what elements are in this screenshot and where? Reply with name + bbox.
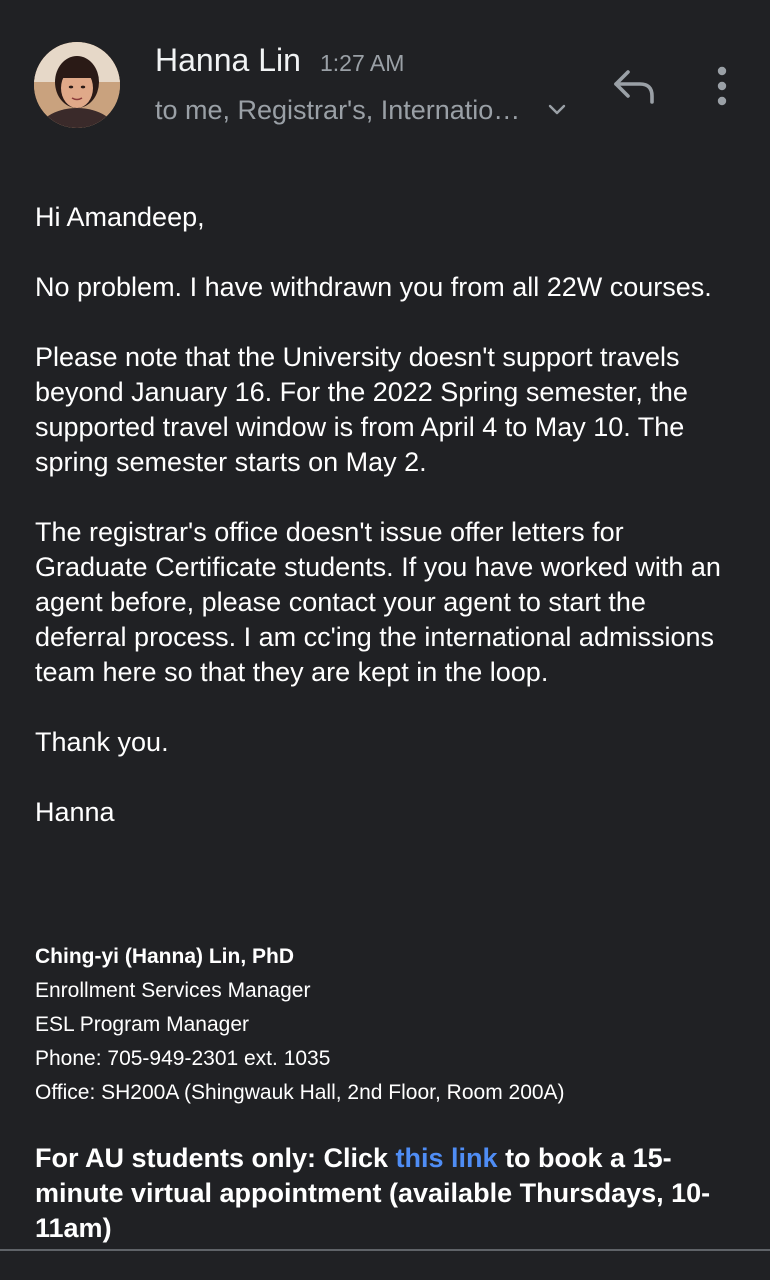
signature-name: Ching-yi (Hanna) Lin, PhD xyxy=(35,945,294,968)
email-body: Hi Amandeep, No problem. I have withdraw… xyxy=(35,200,740,830)
body-paragraph-3: The registrar's office doesn't issue off… xyxy=(35,517,721,687)
appointment-callout: For AU students only: Click this link to… xyxy=(35,1141,740,1246)
email-timestamp: 1:27 AM xyxy=(320,50,405,76)
sender-name: Hanna Lin xyxy=(155,42,301,78)
reply-icon[interactable] xyxy=(610,64,658,108)
signature-title-1: Enrollment Services Manager xyxy=(35,979,311,1002)
sender-avatar[interactable] xyxy=(34,42,120,128)
body-paragraph-2: Please note that the University doesn't … xyxy=(35,342,688,477)
closing-thanks: Thank you. xyxy=(35,727,169,757)
callout-prefix: For AU students only: Click xyxy=(35,1143,396,1173)
greeting: Hi Amandeep, xyxy=(35,202,205,232)
signature-phone[interactable]: Phone: 705-949-2301 ext. 1035 xyxy=(35,1042,740,1076)
recipients-line[interactable]: to me, Registrar's, International Admiss… xyxy=(155,92,535,128)
more-vert-icon[interactable] xyxy=(706,62,738,110)
bottom-divider xyxy=(0,1249,770,1251)
email-header: Hanna Lin 1:27 AM to me, Registrar's, In… xyxy=(0,0,770,160)
chevron-down-icon[interactable] xyxy=(543,96,571,124)
signature-title-2: ESL Program Manager xyxy=(35,1013,249,1036)
signature-office: Office: SH200A (Shingwauk Hall, 2nd Floo… xyxy=(35,1081,565,1104)
booking-link[interactable]: this link xyxy=(396,1143,498,1173)
body-paragraph-1: No problem. I have withdrawn you from al… xyxy=(35,272,712,302)
sign-off: Hanna xyxy=(35,797,115,827)
email-signature: Ching-yi (Hanna) Lin, PhD Enrollment Ser… xyxy=(35,940,740,1110)
